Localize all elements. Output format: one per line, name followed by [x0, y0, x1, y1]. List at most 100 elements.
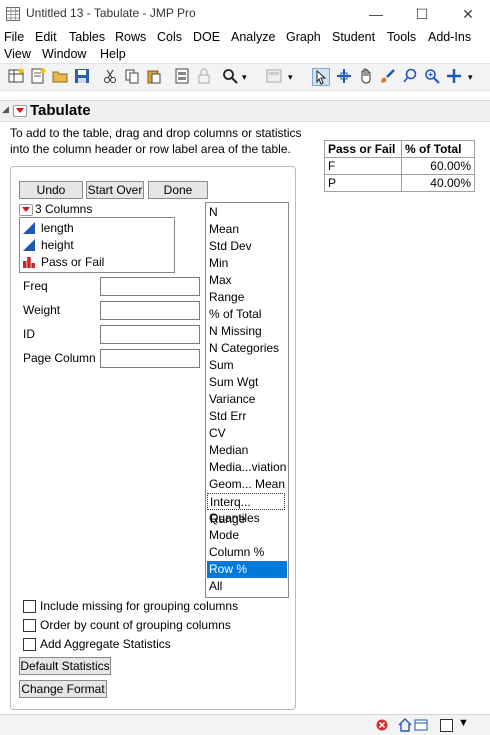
- nominal-icon: [23, 257, 35, 268]
- stat-item-min[interactable]: Min: [209, 255, 228, 272]
- menu-analyze[interactable]: Analyze: [231, 30, 275, 44]
- include-missing-checkbox[interactable]: [23, 600, 36, 613]
- cell-value: 60.00%: [401, 157, 475, 175]
- stat-item-n[interactable]: N: [209, 204, 218, 221]
- menu-edit[interactable]: Edit: [35, 30, 57, 44]
- chevron-down-icon[interactable]: ▾: [288, 72, 293, 83]
- change-format-button[interactable]: Change Format: [19, 680, 107, 698]
- stat-item-std-dev[interactable]: Std Dev: [209, 238, 252, 255]
- id-field[interactable]: [100, 325, 200, 344]
- cut-icon[interactable]: [102, 68, 118, 84]
- new-data-table-icon[interactable]: [8, 68, 24, 84]
- status-bar: ▼: [0, 714, 490, 735]
- column-name: Pass or Fail: [41, 255, 105, 269]
- row-label: P: [324, 174, 402, 192]
- order-by-count-label: Order by count of grouping columns: [40, 618, 231, 632]
- row-label: F: [324, 157, 402, 175]
- stat-item-range[interactable]: Range: [209, 289, 244, 306]
- undo-button[interactable]: Undo: [19, 181, 83, 199]
- menu-tables[interactable]: Tables: [69, 30, 105, 44]
- page-column-field[interactable]: [100, 349, 200, 368]
- menu-student[interactable]: Student: [332, 30, 375, 44]
- menu-cols[interactable]: Cols: [157, 30, 182, 44]
- error-icon[interactable]: [376, 719, 388, 731]
- stat-item-std-err[interactable]: Std Err: [209, 408, 246, 425]
- cell-value: 40.00%: [401, 174, 475, 192]
- window-box-icon[interactable]: [440, 719, 453, 732]
- red-triangle-menu-icon[interactable]: [19, 204, 33, 216]
- plus-tool-icon[interactable]: [446, 68, 462, 84]
- lock-icon[interactable]: [196, 68, 212, 84]
- chevron-down-icon[interactable]: ▼: [458, 717, 469, 729]
- lasso-tool-icon[interactable]: [402, 68, 418, 84]
- result-table: Pass or Fail % of Total F 60.00% P 40.00…: [324, 140, 475, 192]
- stat-item-geometric-mean[interactable]: Geom... Mean: [209, 476, 285, 493]
- report-title: Tabulate: [30, 102, 91, 119]
- stat-item-interquartile-range[interactable]: Interq... Range: [207, 493, 285, 526]
- stat-item-median[interactable]: Median: [209, 442, 248, 459]
- menu-add-ins[interactable]: Add-Ins: [428, 30, 471, 44]
- red-triangle-menu-icon[interactable]: [13, 105, 27, 117]
- layout-icon[interactable]: [266, 68, 282, 84]
- tabulate-control-panel: Undo Start Over Done 3 Columns length he…: [10, 166, 296, 710]
- save-icon[interactable]: [74, 68, 90, 84]
- order-by-count-checkbox[interactable]: [23, 619, 36, 632]
- column-header[interactable]: Pass or Fail: [324, 140, 402, 158]
- search-icon[interactable]: [222, 68, 238, 84]
- menu-window[interactable]: Window: [42, 47, 86, 61]
- maximize-button[interactable]: ☐: [400, 4, 444, 24]
- menu-file[interactable]: File: [4, 30, 24, 44]
- stat-item-row-percent-selected[interactable]: Row %: [207, 561, 287, 578]
- hand-tool-icon[interactable]: [358, 68, 374, 84]
- start-over-button[interactable]: Start Over: [86, 181, 144, 199]
- stat-item-percent-of-total[interactable]: % of Total: [209, 306, 261, 323]
- stat-item-sum[interactable]: Sum: [209, 357, 234, 374]
- stat-item-column-percent[interactable]: Column %: [209, 544, 264, 561]
- minimize-button[interactable]: —: [354, 4, 398, 24]
- window-title: Untitled 13 - Tabulate - JMP Pro: [26, 6, 196, 20]
- stat-item-quantiles[interactable]: Quantiles: [209, 510, 260, 527]
- window-list-icon[interactable]: [414, 718, 428, 732]
- stat-item-sum-wgt[interactable]: Sum Wgt: [209, 374, 258, 391]
- include-missing-label: Include missing for grouping columns: [40, 599, 239, 613]
- stat-item-mode[interactable]: Mode: [209, 527, 239, 544]
- instructions-line: into the column header or row label area…: [10, 142, 291, 156]
- stat-item-max[interactable]: Max: [209, 272, 232, 289]
- journal-icon[interactable]: [174, 68, 190, 84]
- new-script-icon[interactable]: [30, 68, 46, 84]
- menu-view[interactable]: View: [4, 47, 31, 61]
- brush-tool-icon[interactable]: [380, 68, 396, 84]
- chevron-down-icon[interactable]: ▾: [468, 72, 473, 83]
- freq-field[interactable]: [100, 277, 200, 296]
- copy-icon[interactable]: [124, 68, 140, 84]
- stat-item-median-abs-deviation[interactable]: Media...viation: [209, 459, 286, 476]
- disclosure-icon[interactable]: ◢: [2, 104, 9, 115]
- add-aggregate-checkbox[interactable]: [23, 638, 36, 651]
- chevron-down-icon[interactable]: ▾: [242, 72, 247, 83]
- column-header[interactable]: % of Total: [401, 140, 475, 158]
- open-folder-icon[interactable]: [52, 68, 68, 84]
- stat-item-all[interactable]: All: [209, 578, 222, 595]
- close-button[interactable]: ✕: [446, 4, 490, 24]
- zoom-tool-icon[interactable]: [424, 68, 440, 84]
- menu-doe[interactable]: DOE: [193, 30, 220, 44]
- menu-rows[interactable]: Rows: [115, 30, 146, 44]
- menu-help[interactable]: Help: [100, 47, 126, 61]
- menu-tools[interactable]: Tools: [387, 30, 416, 44]
- stat-item-cv[interactable]: CV: [209, 425, 226, 442]
- crosshair-tool-icon[interactable]: [336, 68, 352, 84]
- stat-item-n-categories[interactable]: N Categories: [209, 340, 279, 357]
- menu-graph[interactable]: Graph: [286, 30, 321, 44]
- stat-item-n-missing[interactable]: N Missing: [209, 323, 262, 340]
- stat-item-variance[interactable]: Variance: [209, 391, 255, 408]
- stat-item-mean[interactable]: Mean: [209, 221, 239, 238]
- freq-label: Freq: [23, 279, 48, 293]
- continuous-icon: [23, 239, 35, 251]
- weight-field[interactable]: [100, 301, 200, 320]
- arrow-tool-icon[interactable]: [312, 68, 330, 86]
- paste-icon[interactable]: [146, 68, 162, 84]
- done-button[interactable]: Done: [148, 181, 208, 199]
- home-icon[interactable]: [398, 718, 412, 732]
- menu-bar: File Edit Tables Rows Cols DOE Analyze G…: [0, 28, 490, 62]
- default-statistics-button[interactable]: Default Statistics: [19, 657, 111, 675]
